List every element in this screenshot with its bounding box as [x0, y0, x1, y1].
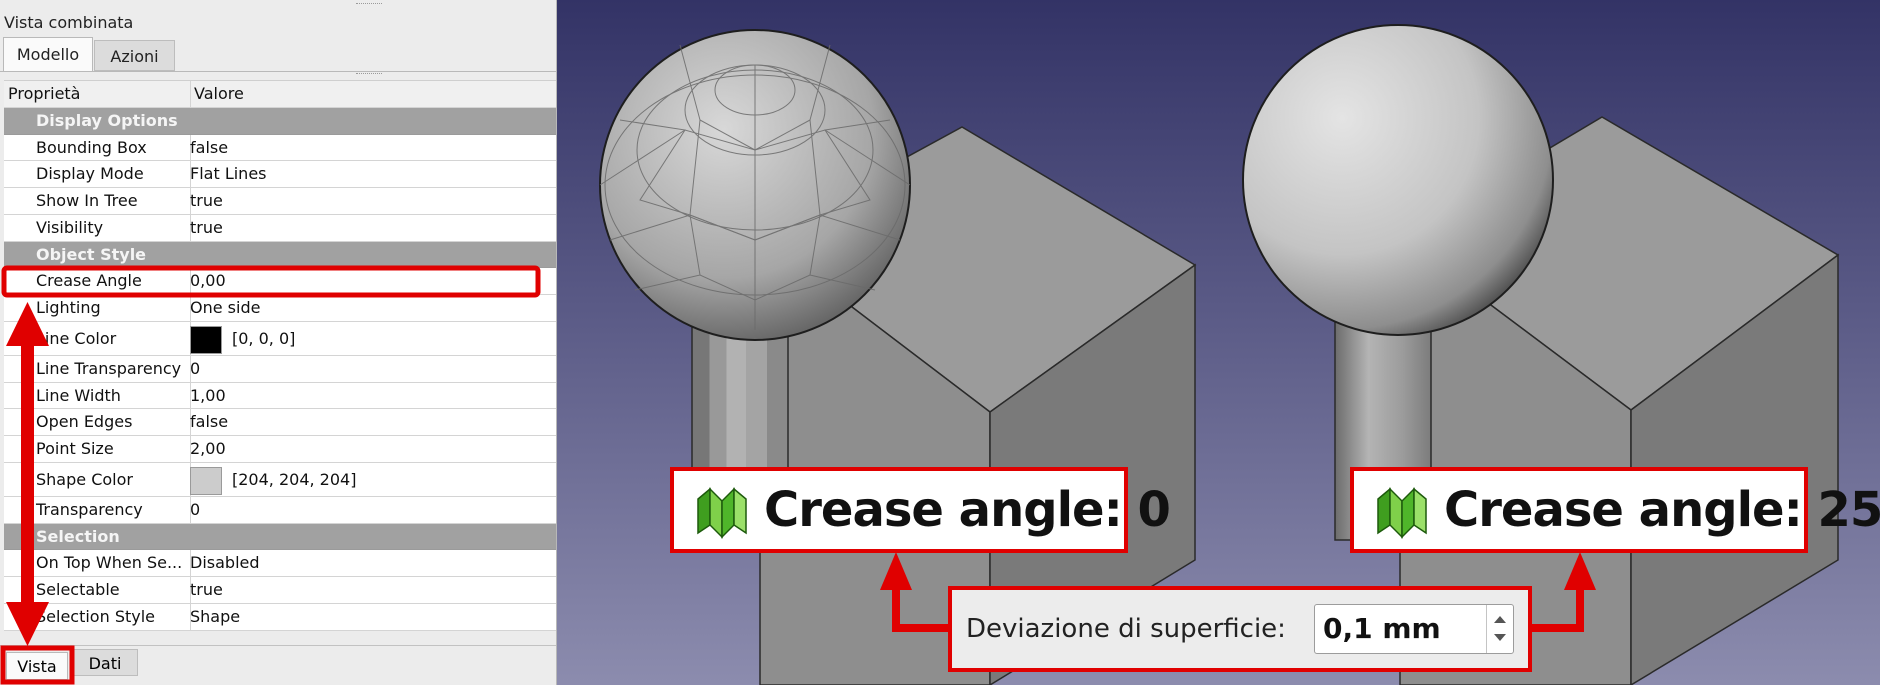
- property-row[interactable]: On Top When Se... Disabled: [4, 550, 556, 577]
- surface-deviation-input[interactable]: 0,1 mm: [1314, 604, 1514, 654]
- property-value[interactable]: 1,00: [190, 383, 226, 409]
- crease-angle-25-callout: Crease angle: 25: [1350, 467, 1880, 553]
- property-row[interactable]: Visibility true: [4, 214, 556, 242]
- tab-dati[interactable]: Dati: [72, 649, 138, 676]
- bottom-divider: [0, 645, 556, 646]
- surface-deviation-label: Deviazione di superficie:: [966, 614, 1286, 644]
- tab-vista[interactable]: Vista: [6, 652, 68, 680]
- panel-title: Vista combinata: [4, 13, 134, 32]
- property-row[interactable]: Selectable true: [4, 577, 556, 604]
- tab-modello[interactable]: Modello: [3, 37, 93, 71]
- property-name: Transparency: [36, 499, 143, 519]
- property-name: Line Transparency: [36, 358, 182, 378]
- property-value[interactable]: 0: [190, 497, 200, 523]
- property-row[interactable]: Shape Color [204, 204, 204]: [4, 462, 556, 497]
- color-value-text: [0, 0, 0]: [232, 328, 296, 348]
- 3d-scene: [599, 24, 1840, 685]
- property-table: Proprietà Valore Display Options Bounding…: [4, 80, 556, 631]
- property-value[interactable]: Disabled: [190, 550, 260, 576]
- property-row[interactable]: Transparency 0: [4, 496, 556, 524]
- property-group-row[interactable]: Display Options: [4, 107, 556, 135]
- property-table-header: Proprietà Valore: [4, 81, 556, 108]
- crease-angle-icon: [694, 485, 750, 543]
- property-row[interactable]: Bounding Box false: [4, 134, 556, 162]
- right-smooth-sphere[interactable]: [1242, 24, 1554, 336]
- tab-azioni[interactable]: Azioni: [94, 40, 175, 71]
- property-name: Selection Style: [36, 606, 156, 626]
- property-name: Selectable: [36, 580, 120, 599]
- property-value[interactable]: true: [190, 577, 223, 603]
- crease-angle-0-callout: Crease angle: 0: [670, 467, 1171, 553]
- surface-deviation-value[interactable]: 0,1 mm: [1323, 605, 1441, 653]
- property-value[interactable]: true: [190, 188, 223, 214]
- property-row[interactable]: Crease Angle 0,00: [4, 268, 556, 295]
- combo-view-panel: Vista combinata Modello Azioni Proprietà…: [0, 0, 557, 685]
- property-row[interactable]: Lighting One side: [4, 295, 556, 322]
- 3d-viewport[interactable]: Crease angle: 0 Crease angle: 25: [557, 0, 1880, 685]
- property-name: Crease Angle: [36, 271, 142, 291]
- property-group-row[interactable]: Object Style: [4, 241, 556, 269]
- splitter-grip[interactable]: [356, 73, 382, 77]
- property-name: Bounding Box: [36, 137, 147, 157]
- property-rows: Display Options Bounding Box false Display …: [4, 107, 556, 631]
- property-row[interactable]: Show In Tree true: [4, 188, 556, 215]
- property-row[interactable]: Display Mode Flat Lines: [4, 161, 556, 188]
- tabs-divider: [0, 71, 556, 72]
- crease-angle-25-label: Crease angle: 25: [1444, 482, 1880, 538]
- crease-angle-icon: [1374, 485, 1430, 543]
- property-value[interactable]: Flat Lines: [190, 161, 267, 187]
- property-name: Line Color: [36, 328, 117, 348]
- property-row[interactable]: Line Transparency 0: [4, 355, 556, 383]
- property-row[interactable]: Line Color [0, 0, 0]: [4, 321, 556, 356]
- property-name: On Top When Se...: [36, 553, 183, 573]
- property-row[interactable]: Line Width 1,00: [4, 382, 556, 410]
- property-row[interactable]: Selection Style Shape: [4, 603, 556, 631]
- panel-resize-grip[interactable]: [356, 3, 382, 7]
- property-name: Point Size: [36, 439, 114, 458]
- property-group-label: Object Style: [36, 244, 147, 264]
- surface-deviation-box: Deviazione di superficie: 0,1 mm: [948, 586, 1532, 672]
- property-name: Show In Tree: [36, 191, 138, 210]
- property-row[interactable]: Point Size 2,00: [4, 436, 556, 463]
- property-name: Line Width: [36, 385, 121, 405]
- spin-down-icon[interactable]: [1494, 634, 1506, 641]
- property-value[interactable]: [0, 0, 0]: [190, 322, 550, 355]
- property-value[interactable]: One side: [190, 295, 260, 321]
- property-group-label: Selection: [36, 526, 120, 546]
- color-swatch[interactable]: [190, 325, 222, 354]
- property-value[interactable]: true: [190, 215, 223, 241]
- property-value[interactable]: 2,00: [190, 436, 226, 462]
- color-swatch[interactable]: [190, 466, 222, 495]
- property-name: Shape Color: [36, 469, 133, 489]
- surface-deviation-spinner[interactable]: [1486, 605, 1513, 653]
- property-value[interactable]: [204, 204, 204]: [190, 463, 550, 496]
- header-property[interactable]: Proprietà: [8, 81, 80, 107]
- property-group-row[interactable]: Selection: [4, 523, 556, 551]
- property-name: Lighting: [36, 298, 101, 317]
- header-value[interactable]: Valore: [194, 81, 244, 107]
- property-row[interactable]: Open Edges false: [4, 409, 556, 436]
- property-name: Open Edges: [36, 412, 133, 432]
- property-name: Display Mode: [36, 164, 144, 184]
- property-value[interactable]: false: [190, 409, 228, 435]
- crease-angle-0-label: Crease angle: 0: [764, 482, 1171, 538]
- property-value[interactable]: Shape: [190, 604, 240, 630]
- property-name: Visibility: [36, 217, 104, 237]
- property-value[interactable]: 0,00: [190, 268, 226, 294]
- property-value[interactable]: false: [190, 135, 228, 161]
- property-value[interactable]: 0: [190, 356, 200, 382]
- color-value-text: [204, 204, 204]: [232, 469, 357, 489]
- left-faceted-sphere[interactable]: [599, 29, 911, 341]
- column-divider[interactable]: [190, 81, 191, 107]
- property-group-label: Display Options: [36, 110, 178, 130]
- spin-up-icon[interactable]: [1494, 616, 1506, 623]
